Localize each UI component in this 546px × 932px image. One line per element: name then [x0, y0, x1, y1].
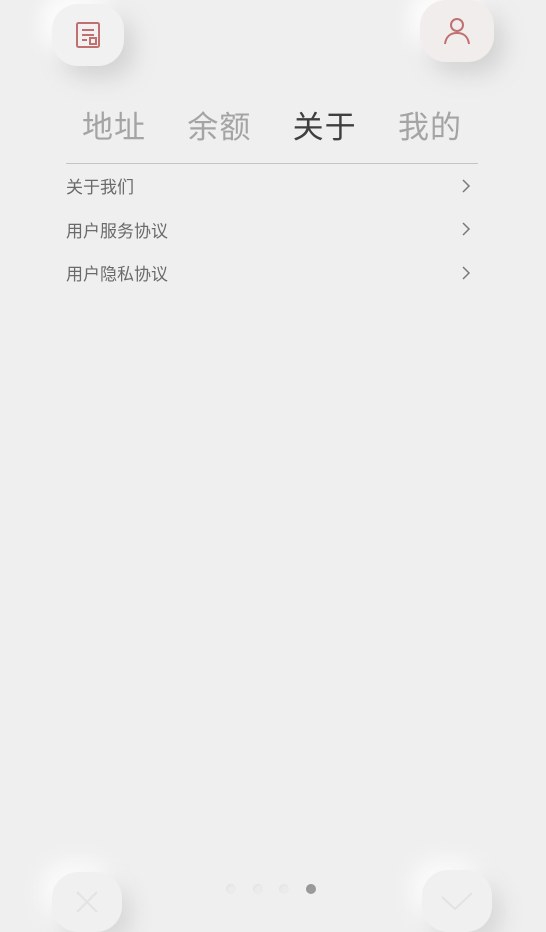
page-dot[interactable]: [279, 884, 290, 894]
menu-item-privacy-agreement[interactable]: 用户隐私协议: [66, 251, 478, 295]
chevron-right-icon: [462, 222, 471, 236]
tab-bar: 地址 余额 关于 我的: [66, 96, 478, 152]
profile-button[interactable]: [420, 0, 494, 62]
menu-item-label: 用户隐私协议: [66, 265, 168, 286]
page-dot[interactable]: [226, 884, 236, 894]
user-icon: [444, 18, 470, 45]
chevron-right-icon: [462, 179, 471, 193]
orders-button[interactable]: [52, 4, 124, 66]
chevron-right-icon: [462, 266, 471, 280]
app-screen: 地址 余额 关于 我的 关于我们 用户服务协议 用户隐私协议: [0, 0, 546, 932]
page-dot-active[interactable]: [305, 884, 316, 894]
menu-item-about-us[interactable]: 关于我们: [66, 164, 478, 208]
menu-item-label: 关于我们: [66, 178, 134, 199]
about-menu: 关于我们 用户服务协议 用户隐私协议: [66, 164, 478, 295]
menu-item-label: 用户服务协议: [66, 221, 168, 242]
check-icon: [441, 892, 473, 911]
cancel-button[interactable]: [52, 872, 122, 932]
tab-balance[interactable]: 余额: [171, 102, 267, 147]
document-icon: [76, 22, 100, 48]
confirm-button[interactable]: [422, 870, 492, 932]
tab-mine[interactable]: 我的: [382, 102, 478, 147]
tab-about[interactable]: 关于: [277, 102, 373, 147]
tab-address[interactable]: 地址: [66, 102, 162, 147]
menu-item-service-agreement[interactable]: 用户服务协议: [66, 208, 478, 252]
close-icon: [76, 891, 98, 913]
page-dot[interactable]: [252, 884, 263, 894]
page-indicator: [226, 882, 316, 896]
